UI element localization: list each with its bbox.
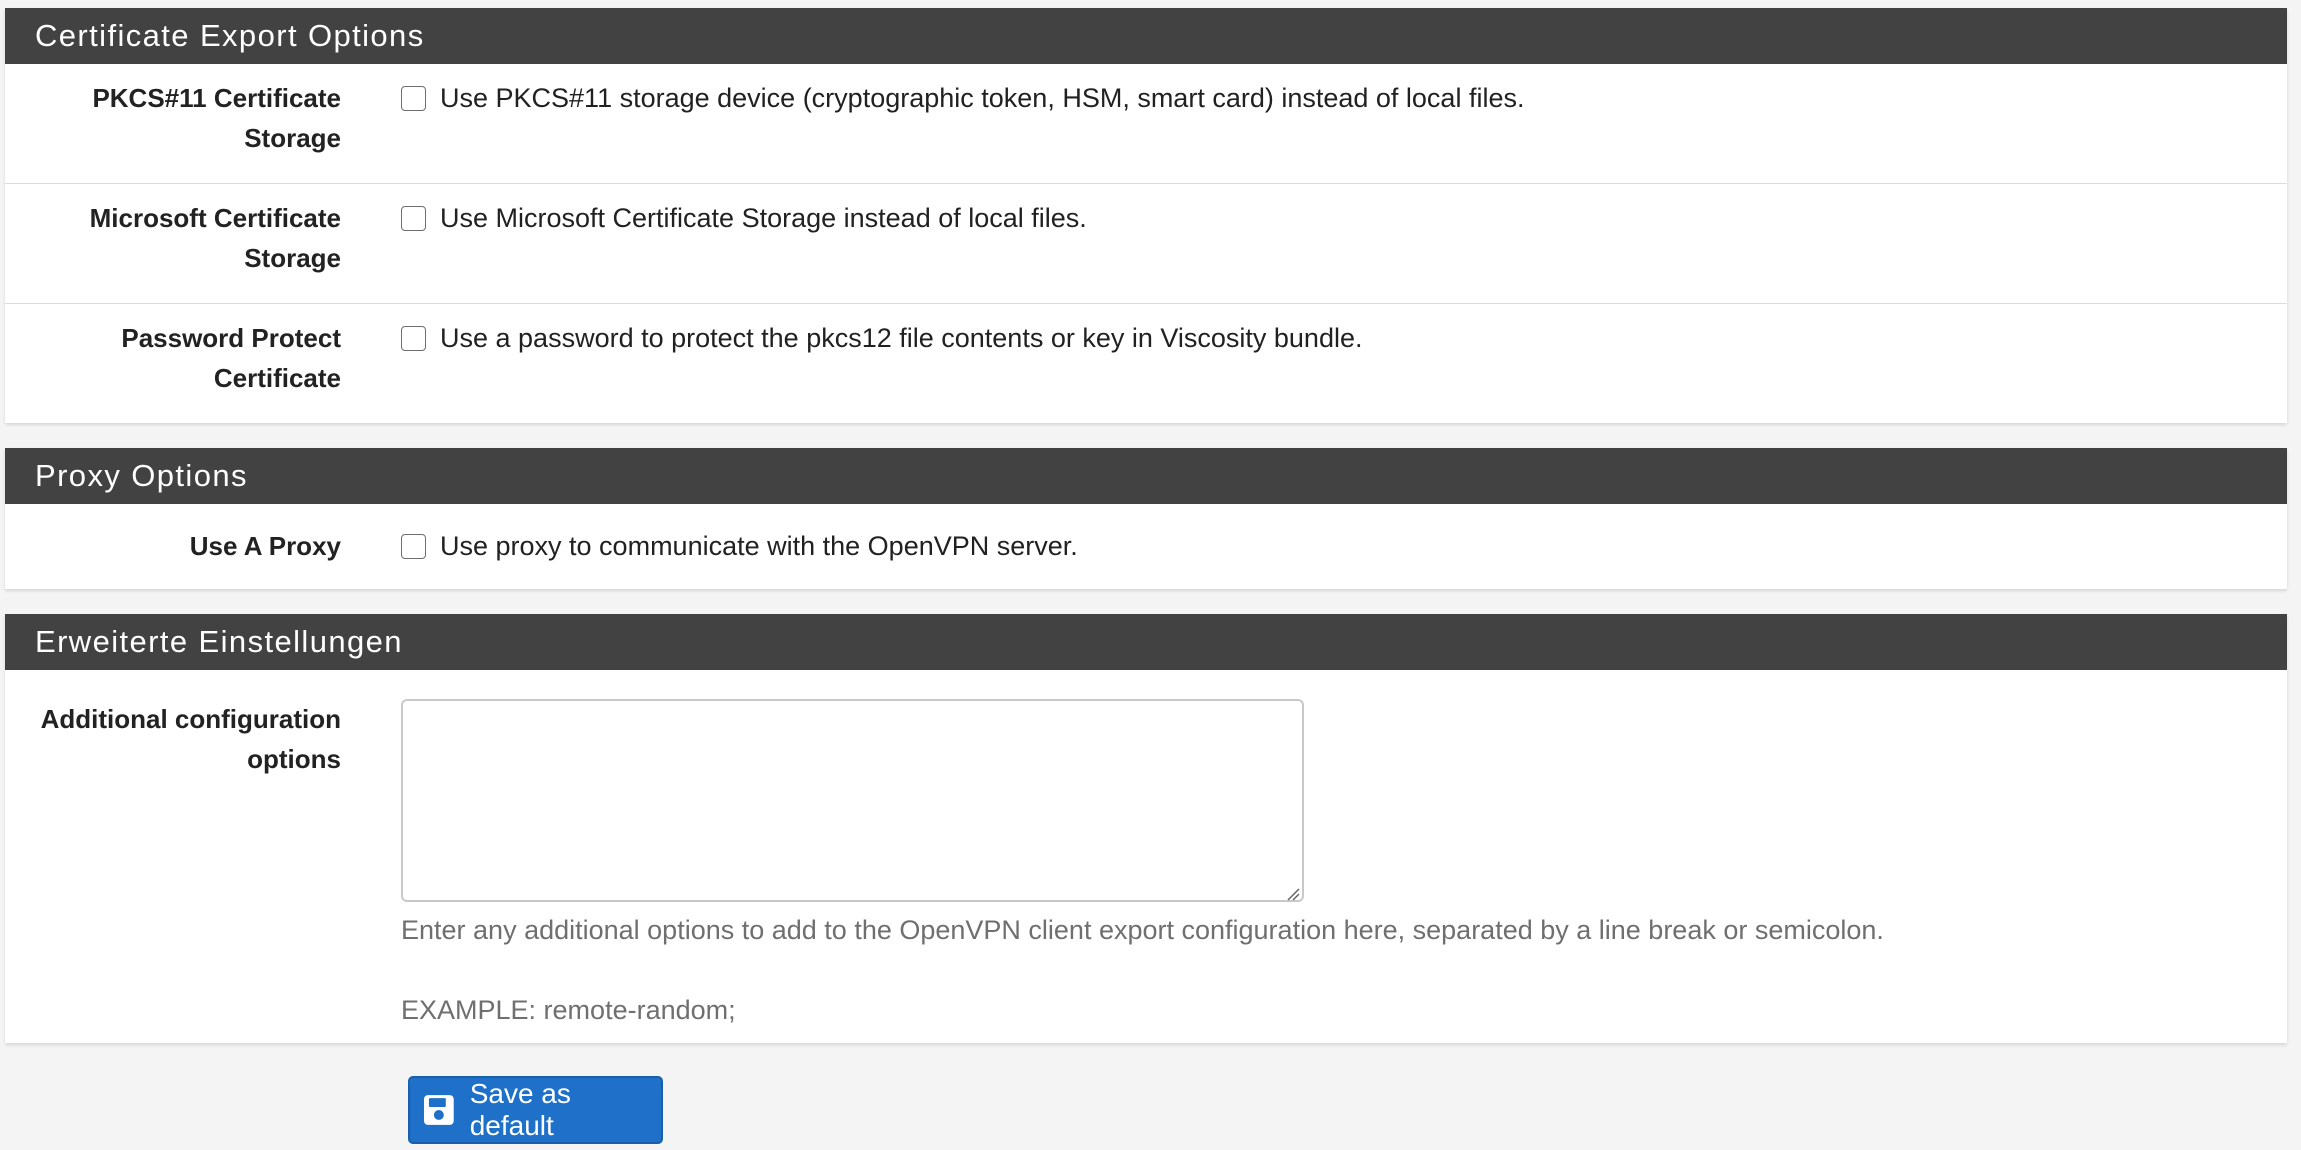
additional-config-help: Enter any additional options to add to t… — [401, 915, 1884, 945]
certificate-export-body: PKCS#11 Certificate Storage Use PKCS#11 … — [5, 64, 2287, 423]
use-proxy-checkbox-text: Use proxy to communicate with the OpenVP… — [440, 531, 1078, 561]
additional-config-example: EXAMPLE: remote-random; — [401, 995, 736, 1025]
additional-config-textarea[interactable] — [401, 699, 1304, 902]
password-protect-label: Password Protect Certificate — [5, 318, 341, 423]
advanced-settings-body: Additional configuration options Enter a… — [5, 670, 2287, 1043]
pkcs11-checkbox-text: Use PKCS#11 storage device (cryptographi… — [440, 83, 1525, 113]
microsoft-cert-checkbox[interactable] — [401, 205, 426, 231]
additional-config-content: Enter any additional options to add to t… — [341, 699, 1884, 1043]
pkcs11-content: Use PKCS#11 storage device (cryptographi… — [341, 78, 1524, 183]
save-as-default-button[interactable]: Save as default — [408, 1076, 663, 1144]
additional-config-label-line1: Additional configuration — [40, 704, 341, 734]
microsoft-cert-label-line2: Storage — [244, 243, 341, 273]
password-protect-content: Use a password to protect the pkcs12 fil… — [341, 318, 1362, 423]
password-protect-checkbox-text: Use a password to protect the pkcs12 fil… — [440, 323, 1363, 353]
use-proxy-checkbox[interactable] — [401, 533, 426, 559]
password-protect-label-line2: Certificate — [213, 363, 341, 393]
save-icon — [423, 1095, 454, 1125]
pkcs11-label-line1: PKCS#11 Certificate — [92, 83, 341, 113]
proxy-options-panel: Proxy Options Use A Proxy Use proxy to c… — [5, 448, 2287, 589]
additional-config-label-line2: options — [247, 744, 341, 774]
microsoft-cert-content: Use Microsoft Certificate Storage instea… — [341, 198, 1087, 303]
microsoft-cert-option[interactable]: Use Microsoft Certificate Storage instea… — [401, 198, 1087, 238]
use-proxy-row: Use A Proxy Use proxy to communicate wit… — [5, 504, 2287, 589]
microsoft-cert-label-line1: Microsoft Certificate — [89, 203, 341, 233]
use-proxy-label: Use A Proxy — [189, 531, 341, 561]
certificate-export-panel: Certificate Export Options PKCS#11 Certi… — [5, 8, 2287, 423]
microsoft-cert-checkbox-text: Use Microsoft Certificate Storage instea… — [440, 203, 1087, 233]
additional-config-row: Additional configuration options Enter a… — [5, 670, 2287, 1043]
page-content: Certificate Export Options PKCS#11 Certi… — [5, 0, 2287, 1043]
pkcs11-option[interactable]: Use PKCS#11 storage device (cryptographi… — [401, 78, 1524, 118]
microsoft-cert-label: Microsoft Certificate Storage — [5, 198, 341, 303]
microsoft-cert-row: Microsoft Certificate Storage Use Micros… — [5, 183, 2287, 303]
proxy-options-title: Proxy Options — [35, 458, 248, 493]
advanced-settings-panel: Erweiterte Einstellungen Additional conf… — [5, 614, 2287, 1043]
additional-config-label: Additional configuration options — [5, 699, 341, 1043]
pkcs11-label: PKCS#11 Certificate Storage — [5, 78, 341, 183]
password-protect-row: Password Protect Certificate Use a passw… — [5, 303, 2287, 423]
pkcs11-row: PKCS#11 Certificate Storage Use PKCS#11 … — [5, 64, 2287, 183]
advanced-settings-title: Erweiterte Einstellungen — [35, 624, 403, 659]
certificate-export-heading: Certificate Export Options — [5, 8, 2287, 64]
textarea-resize-icon[interactable] — [1286, 887, 1300, 901]
password-protect-label-line1: Password Protect — [121, 323, 341, 353]
password-protect-checkbox[interactable] — [401, 325, 426, 351]
use-proxy-content: Use proxy to communicate with the OpenVP… — [341, 526, 1078, 589]
pkcs11-label-line2: Storage — [244, 123, 341, 153]
pkcs11-checkbox[interactable] — [401, 85, 426, 111]
proxy-options-heading: Proxy Options — [5, 448, 2287, 504]
use-proxy-option[interactable]: Use proxy to communicate with the OpenVP… — [401, 526, 1078, 566]
save-as-default-label: Save as default — [469, 1078, 571, 1141]
advanced-settings-heading: Erweiterte Einstellungen — [5, 614, 2287, 670]
password-protect-option[interactable]: Use a password to protect the pkcs12 fil… — [401, 318, 1362, 358]
certificate-export-title: Certificate Export Options — [35, 18, 425, 53]
proxy-options-body: Use A Proxy Use proxy to communicate wit… — [5, 504, 2287, 589]
